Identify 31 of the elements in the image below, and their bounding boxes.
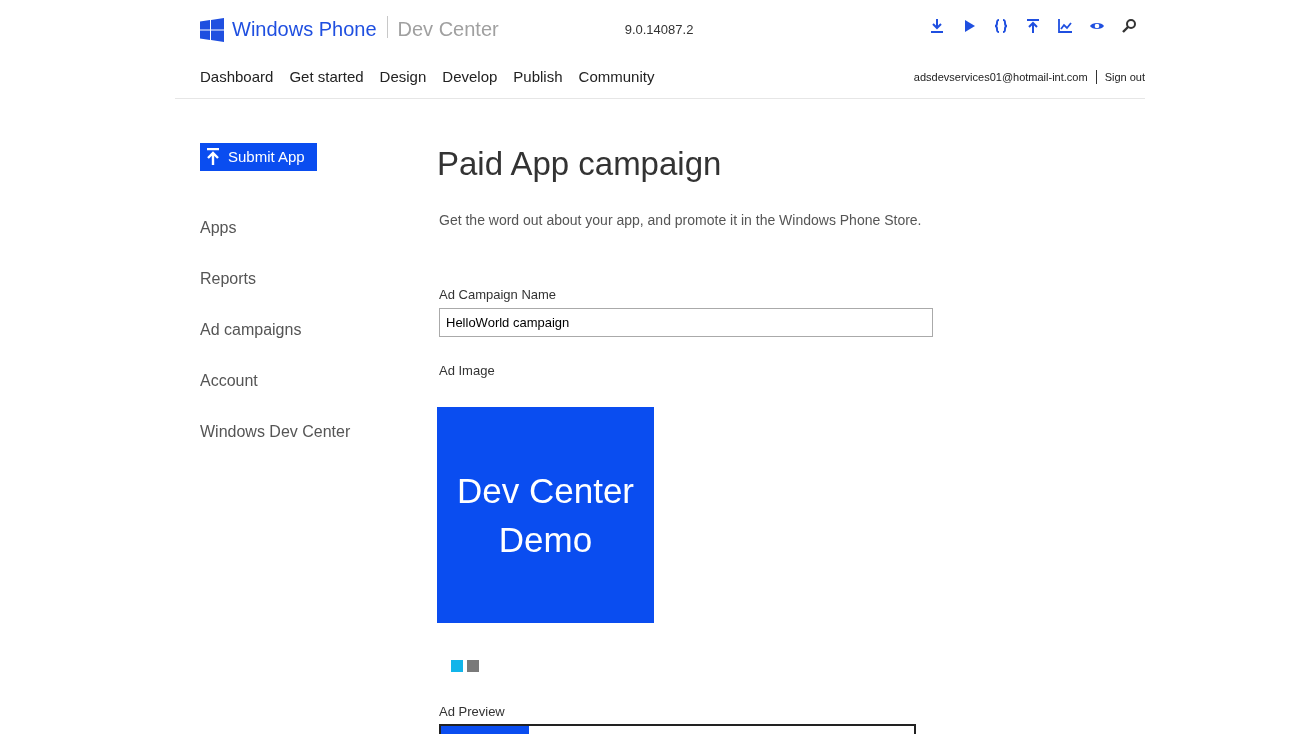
sidebar-link[interactable]: Apps — [200, 216, 237, 240]
submit-app-button[interactable]: Submit App — [200, 142, 317, 171]
sidebar-link[interactable]: Account — [200, 369, 258, 393]
nav-link[interactable]: Develop — [442, 66, 498, 89]
sidebar-link[interactable]: Ad campaigns — [200, 318, 302, 342]
brand-name[interactable]: Windows Phone — [232, 14, 377, 44]
page-title: Paid App campaign — [437, 143, 723, 184]
nav-link[interactable]: Community — [578, 66, 655, 89]
campaign-name-field[interactable]: HelloWorld campaign — [439, 307, 933, 338]
product-name: Dev Center — [397, 17, 499, 42]
nav-link[interactable]: Get started — [289, 66, 364, 89]
version-label: 9.0.14087.2 — [624, 21, 694, 39]
nav-link[interactable]: Dashboard — [200, 66, 274, 89]
nav-link[interactable]: Publish — [513, 66, 563, 89]
sign-out-link[interactable]: Sign out — [1104, 69, 1145, 86]
nav-link[interactable]: Design — [379, 66, 427, 89]
ad-image-text: Dev Center Demo — [456, 469, 635, 561]
field-label: Ad Campaign Name — [439, 286, 558, 305]
field-label: Ad Image — [439, 362, 496, 381]
chart-icon[interactable] — [1057, 18, 1073, 34]
upload-icon — [206, 147, 220, 166]
intro-text: Get the word out about your app, and promote it in the Windows Phone Store. — [439, 211, 923, 231]
sidebar-link[interactable]: Reports — [200, 267, 257, 291]
upload-icon[interactable] — [1025, 18, 1041, 34]
user-email: adsdevservices01@hotmail-int.com — [913, 70, 1088, 85]
download-icon[interactable] — [929, 18, 945, 34]
braces-icon[interactable] — [993, 18, 1009, 34]
field-label: Ad Preview — [439, 702, 506, 721]
search-icon[interactable] — [1121, 18, 1137, 34]
windows-logo-icon — [200, 18, 224, 42]
sidebar-link[interactable]: Windows Dev Center — [200, 420, 351, 444]
